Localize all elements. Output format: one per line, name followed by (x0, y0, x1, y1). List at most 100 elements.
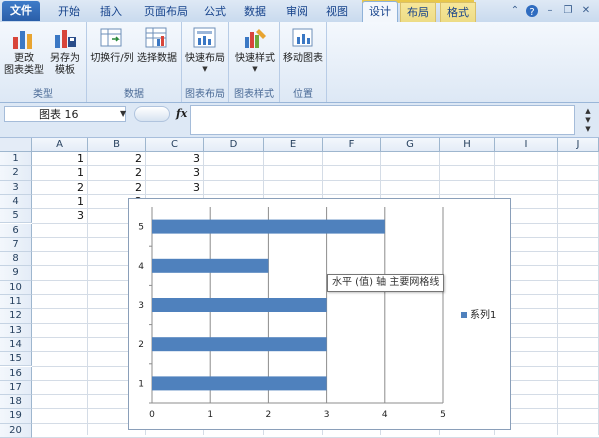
row-header-16[interactable]: 16 (0, 366, 32, 381)
help-icon[interactable]: ? (525, 4, 539, 18)
column-header-g[interactable]: G (381, 138, 440, 152)
row-header-2[interactable]: 2 (0, 166, 32, 181)
select-data-button[interactable]: 选择数据 (135, 25, 179, 65)
formula-scroll-down-icon[interactable]: ▼ (582, 116, 594, 125)
row-header-18[interactable]: 18 (0, 395, 32, 410)
select-data-label: 选择数据 (137, 53, 177, 64)
cell-c2[interactable]: 3 (146, 166, 200, 180)
column-header-b[interactable]: B (88, 138, 146, 152)
formula-input[interactable] (190, 105, 575, 135)
x-tick-label: 3 (324, 410, 330, 420)
collapse-ribbon-icon[interactable]: ⌃ (508, 4, 522, 18)
row-header-15[interactable]: 15 (0, 352, 32, 367)
row-header-17[interactable]: 17 (0, 380, 32, 396)
x-tick-label: 5 (440, 410, 446, 420)
row-header-5[interactable]: 5 (0, 209, 32, 224)
cell-b3[interactable]: 2 (88, 181, 142, 195)
quick-layout-button[interactable]: 快速布局 ▼ (184, 25, 226, 73)
row-header-14[interactable]: 14 (0, 337, 32, 353)
tab-file[interactable]: 文件 (2, 1, 40, 21)
column-header-a[interactable]: A (32, 138, 88, 152)
x-tick-label: 0 (149, 410, 155, 420)
x-tick-label: 4 (382, 410, 388, 420)
row-header-13[interactable]: 13 (0, 323, 32, 338)
row-header-4[interactable]: 4 (0, 194, 32, 210)
close-icon[interactable]: ✕ (579, 4, 593, 18)
row-header-11[interactable]: 11 (0, 295, 32, 310)
cell-b1[interactable]: 2 (88, 152, 142, 166)
tab-layout[interactable]: 布局 (400, 2, 436, 22)
row-header-20[interactable]: 20 (0, 423, 32, 438)
quick-style-icon (245, 29, 266, 48)
tab-view[interactable]: 视图 (320, 2, 354, 21)
quick-style-dropdown-icon: ▼ (252, 65, 258, 73)
column-header-e[interactable]: E (264, 138, 323, 152)
cell-c1[interactable]: 3 (146, 152, 200, 166)
cell-b2[interactable]: 2 (88, 166, 142, 180)
formula-scroll-up-icon[interactable]: ▲ (582, 107, 594, 116)
quick-style-button[interactable]: 快速样式 ▼ (233, 25, 277, 73)
select-all-corner[interactable] (0, 138, 32, 152)
column-header-c[interactable]: C (146, 138, 204, 152)
move-chart-icon (292, 28, 313, 47)
minimize-icon[interactable]: – (543, 4, 557, 18)
chart-object[interactable]: 0 1 2 3 4 5 1 2 3 4 5 (128, 198, 511, 430)
column-header-d[interactable]: D (204, 138, 264, 152)
tab-data[interactable]: 数据 (238, 2, 272, 21)
save-template-icon (55, 30, 76, 48)
ribbon-design: 更改 图表类型 另存为 模板 类型 切换行/列 选择数据 数据 快速布局 ▼ 图… (0, 22, 599, 103)
column-header-i[interactable]: I (495, 138, 558, 152)
tab-formulas[interactable]: 公式 (198, 2, 232, 21)
change-chart-type-button[interactable]: 更改 图表类型 (4, 25, 44, 77)
svg-text:?: ? (529, 7, 534, 18)
tab-page-layout[interactable]: 页面布局 (136, 2, 196, 21)
row-header-19[interactable]: 19 (0, 409, 32, 424)
tab-design[interactable]: 设计 (362, 1, 398, 22)
row-header-6[interactable]: 6 (0, 223, 32, 238)
cell-c3[interactable]: 3 (146, 181, 200, 195)
row-header-3[interactable]: 3 (0, 180, 32, 195)
formula-expand-icon[interactable]: ▼ (582, 125, 594, 134)
row-header-12[interactable]: 12 (0, 309, 32, 324)
group-chart-styles-label: 图表样式 (234, 89, 274, 100)
cell-a3[interactable]: 2 (32, 181, 84, 195)
cell-a5[interactable]: 3 (32, 209, 84, 223)
formula-bar: 图表 16 ▼ fx ▲ ▼ ▼ (0, 103, 599, 138)
y-tick-label: 1 (138, 379, 144, 389)
column-header-f[interactable]: F (323, 138, 381, 152)
column-header-h[interactable]: H (440, 138, 495, 152)
chart-legend[interactable]: 系列1 (461, 306, 496, 321)
bar-category-5 (152, 219, 385, 234)
ribbon-tab-bar: 文件 开始 插入 页面布局 公式 数据 审阅 视图 设计 布局 格式 ⌃ ? –… (0, 0, 599, 23)
insert-function-icon[interactable]: fx (176, 107, 187, 120)
group-chart-layouts-label: 图表布局 (185, 89, 225, 100)
switch-row-column-button[interactable]: 切换行/列 (89, 25, 135, 65)
group-chart-styles: 快速样式 ▼ 图表样式 (229, 22, 280, 102)
chart-plot[interactable]: 0 1 2 3 4 5 1 2 3 4 5 (129, 199, 510, 429)
move-chart-label: 移动图表 (283, 53, 323, 64)
tab-review[interactable]: 审阅 (280, 2, 314, 21)
bar-category-3 (152, 298, 327, 312)
tab-format[interactable]: 格式 (440, 2, 476, 22)
cell-a4[interactable]: 1 (32, 195, 84, 209)
row-header-8[interactable]: 8 (0, 252, 32, 267)
restore-icon[interactable]: ❐ (561, 4, 575, 18)
row-header-10[interactable]: 10 (0, 280, 32, 295)
cell-a2[interactable]: 1 (32, 166, 84, 180)
formula-expand-handle[interactable] (134, 106, 170, 122)
save-as-template-button[interactable]: 另存为 模板 (46, 25, 84, 77)
change-chart-type-label: 更改 图表类型 (4, 53, 44, 76)
tab-home[interactable]: 开始 (52, 2, 86, 21)
group-type: 更改 图表类型 另存为 模板 类型 (0, 22, 87, 102)
name-box[interactable]: 图表 16 (4, 106, 126, 122)
column-header-j[interactable]: J (558, 138, 599, 152)
name-box-dropdown-icon[interactable]: ▼ (120, 109, 126, 118)
row-header-7[interactable]: 7 (0, 237, 32, 253)
y-tick-label: 5 (138, 223, 144, 233)
row-header-9[interactable]: 9 (0, 266, 32, 281)
cell-a1[interactable]: 1 (32, 152, 84, 166)
row-header-1[interactable]: 1 (0, 152, 32, 167)
move-chart-button[interactable]: 移动图表 (282, 25, 324, 65)
group-location: 移动图表 位置 (280, 22, 327, 102)
tab-insert[interactable]: 插入 (94, 2, 128, 21)
